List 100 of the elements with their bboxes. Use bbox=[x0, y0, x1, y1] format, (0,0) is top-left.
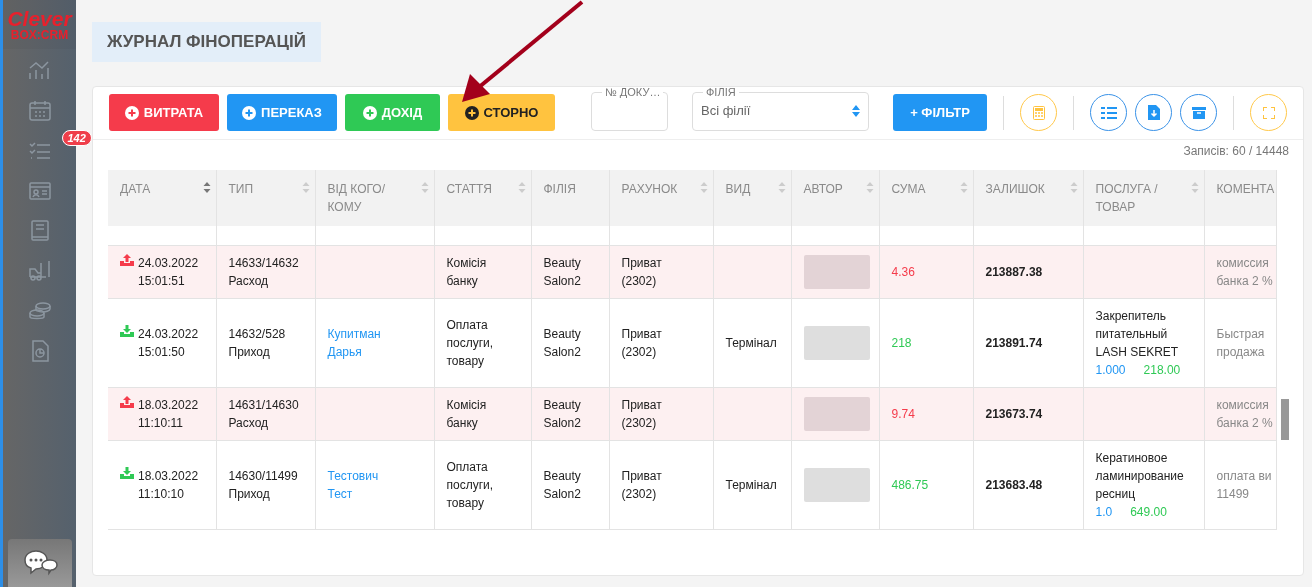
columns-button[interactable] bbox=[1090, 94, 1127, 131]
plus-circle-icon bbox=[362, 105, 377, 120]
client-link[interactable]: Тестович Тест bbox=[327, 467, 392, 503]
upload-tray-icon bbox=[120, 254, 134, 266]
category-text: Комісія банку bbox=[446, 255, 488, 290]
photo-placeholder bbox=[803, 397, 870, 431]
calculator-button[interactable] bbox=[1020, 94, 1057, 131]
type-text: Приход bbox=[228, 344, 271, 361]
product-name: Кератиновое ламинирование ресниц bbox=[1095, 450, 1185, 503]
column-header: ФІЛІЯ bbox=[531, 169, 609, 226]
comment-text: оплата ви 11499 bbox=[1216, 468, 1273, 503]
list-icon bbox=[1100, 106, 1117, 119]
download-tray-icon bbox=[120, 325, 134, 337]
comment-text: комиссия банка 2 % bbox=[1216, 397, 1274, 432]
branch-select[interactable]: ФІЛІЯ Всі філії bbox=[692, 86, 869, 131]
filter-button[interactable]: + ФІЛЬТР bbox=[893, 94, 987, 131]
column-header: ТИП bbox=[216, 169, 315, 226]
comment-text: комиссия банка 2 % bbox=[1216, 255, 1274, 290]
scrollbar-thumb bbox=[1281, 398, 1289, 440]
account-text: Приват (2302) bbox=[621, 468, 663, 503]
category-text: Оплата послуги, товару bbox=[446, 459, 495, 512]
contact-card-icon[interactable] bbox=[27, 179, 52, 203]
price-text: 218.00 bbox=[1143, 362, 1181, 379]
records-count: Записів: 60 / 14448 bbox=[1183, 142, 1289, 160]
doc-number: 14633/14632 bbox=[228, 255, 300, 272]
date-text: 24.03.2022 bbox=[138, 255, 199, 272]
balance-text: 213887.38 bbox=[985, 264, 1043, 281]
doc-number: 14631/14630 bbox=[228, 397, 300, 414]
account-text: Приват (2302) bbox=[621, 326, 663, 361]
archive-button[interactable] bbox=[1180, 94, 1217, 131]
sort-icon bbox=[777, 181, 786, 193]
price-text: 649.00 bbox=[1130, 504, 1167, 521]
balance-text: 213673.74 bbox=[985, 406, 1043, 423]
column-header: ВИД bbox=[713, 169, 791, 226]
type-text: Расход bbox=[228, 273, 270, 290]
chat-button[interactable] bbox=[7, 539, 72, 587]
count-badge: 142 bbox=[61, 130, 92, 146]
reversal-button[interactable]: СТОРНО bbox=[448, 94, 555, 131]
plus-circle-icon bbox=[124, 105, 139, 120]
upload-tray-icon bbox=[120, 396, 134, 408]
forklift-icon[interactable] bbox=[27, 259, 52, 283]
date-text: 18.03.2022 bbox=[138, 468, 199, 485]
chat-bubbles-icon bbox=[21, 548, 58, 578]
plus-circle-icon bbox=[242, 105, 257, 120]
amount-text: 9.74 bbox=[891, 406, 915, 423]
doc-number-field[interactable]: № ДОКУ… bbox=[591, 86, 668, 131]
quantity-text: 1.000 bbox=[1095, 362, 1126, 379]
income-button[interactable]: ДОХІД bbox=[345, 94, 440, 131]
quantity-text: 1.0 bbox=[1095, 504, 1113, 521]
sort-icon bbox=[1190, 181, 1199, 193]
calendar-icon[interactable] bbox=[27, 99, 52, 123]
branch-text: Beauty Salon2 bbox=[543, 255, 582, 290]
calculator-icon bbox=[1032, 105, 1045, 120]
photo-placeholder bbox=[803, 468, 870, 502]
date-text: 24.03.2022 bbox=[138, 326, 199, 343]
expense-button[interactable]: ВИТРАТА bbox=[109, 94, 219, 131]
column-header: ПОСЛУГА / ТОВАР bbox=[1083, 169, 1204, 226]
comment-text: Быстрая продажа bbox=[1216, 326, 1266, 361]
client-link[interactable]: Купитман Дарья bbox=[327, 325, 392, 361]
sort-icon bbox=[959, 181, 968, 193]
category-text: Комісія банку bbox=[446, 397, 488, 432]
account-text: Приват (2302) bbox=[621, 255, 663, 290]
amount-text: 486.75 bbox=[891, 477, 929, 494]
category-text: Оплата послуги, товару bbox=[446, 317, 495, 370]
column-header: ВІД КОГО/КОМУ bbox=[315, 169, 434, 226]
transfer-button[interactable]: ПЕРЕКАЗ bbox=[227, 94, 337, 131]
sort-icon bbox=[301, 181, 310, 193]
branch-text: Beauty Salon2 bbox=[543, 326, 582, 361]
photo-placeholder bbox=[803, 326, 870, 360]
product-name: Закрепитель питательный LASH SEKRET bbox=[1095, 308, 1180, 361]
payment-method-text: Термінал bbox=[725, 335, 777, 352]
sort-icon bbox=[1069, 181, 1078, 193]
column-header: СУМА bbox=[879, 169, 973, 226]
sort-icon bbox=[202, 181, 211, 193]
balance-text: 213683.48 bbox=[985, 477, 1043, 494]
amount-text: 4.36 bbox=[891, 264, 915, 281]
photo-placeholder bbox=[803, 255, 870, 289]
column-header: СТАТТЯ bbox=[434, 169, 531, 226]
date-text: 18.03.2022 bbox=[138, 397, 199, 414]
column-header: КОМЕНТА bbox=[1204, 169, 1276, 226]
export-button[interactable] bbox=[1135, 94, 1172, 131]
column-header: АВТОР bbox=[791, 169, 879, 226]
logo-text: BOX:CRM bbox=[9, 29, 70, 41]
column-header: РАХУНОК bbox=[609, 169, 713, 226]
select-value: Всі філії bbox=[701, 102, 751, 120]
sort-icon bbox=[420, 181, 429, 193]
type-text: Приход bbox=[228, 486, 271, 503]
logo-text: Clever bbox=[6, 8, 74, 29]
plus-circle-icon bbox=[464, 105, 479, 120]
time-text: 11:10:10 bbox=[138, 486, 185, 503]
file-download-icon bbox=[1147, 105, 1160, 120]
sort-caret-icon bbox=[852, 104, 860, 117]
fullscreen-button[interactable] bbox=[1250, 94, 1287, 131]
balance-text: 213891.74 bbox=[985, 335, 1043, 352]
account-text: Приват (2302) bbox=[621, 397, 663, 432]
branch-text: Beauty Salon2 bbox=[543, 397, 582, 432]
time-text: 15:01:51 bbox=[138, 273, 186, 290]
page-title: ЖУРНАЛ ФІНОПЕРАЦІЙ bbox=[92, 22, 321, 62]
column-header: ЗАЛИШОК bbox=[973, 169, 1083, 226]
time-text: 11:10:11 bbox=[138, 415, 184, 432]
